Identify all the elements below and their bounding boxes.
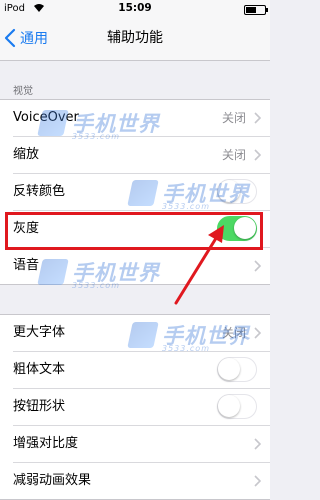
row-label: 更大字体 xyxy=(13,325,66,340)
row-value: 关闭 xyxy=(221,111,246,125)
chevron-right-icon xyxy=(254,149,261,161)
row-larger-text[interactable]: 更大字体 关闭 xyxy=(13,315,270,352)
row-label: 缩放 xyxy=(13,147,40,162)
toggle-knob xyxy=(218,180,240,202)
invert-colors-toggle[interactable] xyxy=(217,179,257,204)
row-increase-contrast[interactable]: 增强对比度 xyxy=(13,426,270,463)
row-invert-colors: 反转颜色 xyxy=(13,174,270,211)
status-time: 15:09 xyxy=(118,2,152,14)
chevron-right-icon xyxy=(254,260,261,272)
row-voiceover[interactable]: VoiceOver 关闭 xyxy=(13,100,270,137)
toggle-knob xyxy=(218,395,240,417)
settings-group-text: 更大字体 关闭 粗体文本 按钮形状 增强对比度 减弱动画效果 xyxy=(0,314,270,500)
row-label: 按钮形状 xyxy=(13,399,66,414)
toggle-knob xyxy=(218,358,240,380)
annotation-arrow xyxy=(174,225,224,305)
row-button-shapes: 按钮形状 xyxy=(13,389,270,426)
navigation-bar: 通用 辅助功能 xyxy=(0,17,270,61)
row-bold-text: 粗体文本 xyxy=(13,352,270,389)
chevron-right-icon xyxy=(254,327,261,339)
row-label: 粗体文本 xyxy=(13,362,66,377)
row-value: 关闭 xyxy=(221,148,246,162)
battery-icon xyxy=(244,5,268,15)
button-shapes-toggle[interactable] xyxy=(217,394,257,419)
chevron-right-icon xyxy=(254,438,261,450)
section-header-vision: 视觉 xyxy=(13,86,33,97)
row-value: 关闭 xyxy=(221,326,246,340)
row-reduce-motion[interactable]: 减弱动画效果 xyxy=(13,463,270,499)
chevron-right-icon xyxy=(254,475,261,487)
chevron-right-icon xyxy=(254,112,261,124)
bold-text-toggle[interactable] xyxy=(217,357,257,382)
status-bar: iPod 15:09 xyxy=(0,0,270,17)
row-label: 减弱动画效果 xyxy=(13,473,92,488)
row-label: VoiceOver xyxy=(13,110,79,125)
row-label: 反转颜色 xyxy=(13,184,66,199)
row-label: 语音 xyxy=(13,258,40,273)
row-zoom[interactable]: 缩放 关闭 xyxy=(13,137,270,174)
row-speech[interactable]: 语音 xyxy=(13,248,270,284)
page-title: 辅助功能 xyxy=(107,30,163,46)
row-label: 增强对比度 xyxy=(13,436,79,451)
